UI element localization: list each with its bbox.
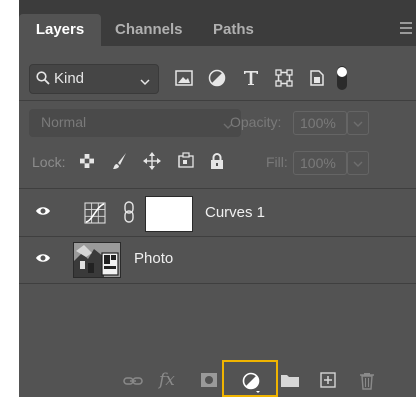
filter-kind-select[interactable]: Kind — [29, 64, 159, 94]
photo-thumbnail[interactable] — [73, 242, 121, 278]
shape-layer-filter-icon[interactable] — [273, 66, 295, 90]
divider — [19, 283, 416, 284]
tab-bar: Layers Channels Paths — [19, 0, 416, 46]
blend-mode-label: Normal — [41, 114, 87, 130]
tab-layers[interactable]: Layers — [19, 14, 101, 46]
new-group-folder-icon[interactable] — [280, 372, 300, 392]
opacity-dropdown-button[interactable] — [347, 111, 369, 135]
layer-name[interactable]: Curves 1 — [205, 204, 265, 221]
smart-object-filter-icon[interactable] — [306, 66, 328, 90]
tab-paths[interactable]: Paths — [213, 14, 254, 46]
curves-adjustment-icon — [84, 202, 106, 229]
pixel-layer-filter-icon[interactable] — [173, 66, 195, 90]
layer-row-curves[interactable]: Curves 1 — [19, 190, 416, 236]
opacity-input[interactable]: 100% — [293, 111, 347, 135]
link-mask-icon[interactable] — [123, 201, 135, 228]
tab-channels[interactable]: Channels — [115, 14, 183, 46]
search-icon — [36, 71, 50, 90]
opacity-value: 100% — [300, 115, 336, 131]
lock-image-pixels-icon[interactable] — [112, 150, 132, 172]
lock-all-icon[interactable] — [209, 150, 229, 172]
new-layer-icon[interactable] — [320, 372, 336, 392]
divider — [19, 188, 416, 189]
lock-label: Lock: — [32, 154, 66, 170]
filter-toggle-icon[interactable] — [331, 66, 353, 90]
type-layer-filter-icon[interactable] — [240, 66, 262, 90]
blend-mode-select[interactable]: Normal — [29, 109, 241, 137]
fill-input[interactable]: 100% — [293, 151, 347, 175]
fill-value: 100% — [300, 155, 336, 171]
lock-position-icon[interactable] — [143, 150, 163, 172]
visibility-eye-icon[interactable] — [35, 251, 51, 269]
link-layers-icon[interactable] — [123, 372, 143, 392]
layers-panel: Layers Channels Paths Kind Normal Opacit… — [19, 0, 416, 397]
prevent-auto-nesting-icon[interactable] — [177, 150, 197, 172]
add-mask-icon[interactable] — [200, 372, 218, 392]
divider — [19, 100, 416, 101]
layers-footer-bar: fx — [19, 366, 416, 397]
layer-row-photo[interactable]: Photo — [19, 237, 416, 283]
layer-mask-thumbnail[interactable] — [145, 196, 193, 232]
panel-menu-icon[interactable] — [400, 22, 412, 34]
adjustment-layer-filter-icon[interactable] — [206, 66, 228, 90]
chevron-down-icon — [140, 73, 150, 91]
visibility-eye-icon[interactable] — [35, 204, 51, 222]
opacity-label: Opacity: — [230, 114, 282, 130]
fill-dropdown-button[interactable] — [347, 151, 369, 175]
filter-kind-label: Kind — [54, 70, 85, 87]
adjustment-button-highlight — [222, 360, 278, 397]
fx-layer-style-icon[interactable]: fx — [159, 370, 175, 390]
lock-transparent-pixels-icon[interactable] — [79, 150, 99, 172]
layer-name[interactable]: Photo — [134, 250, 173, 267]
fill-label: Fill: — [266, 154, 288, 170]
trash-icon[interactable] — [359, 372, 375, 392]
